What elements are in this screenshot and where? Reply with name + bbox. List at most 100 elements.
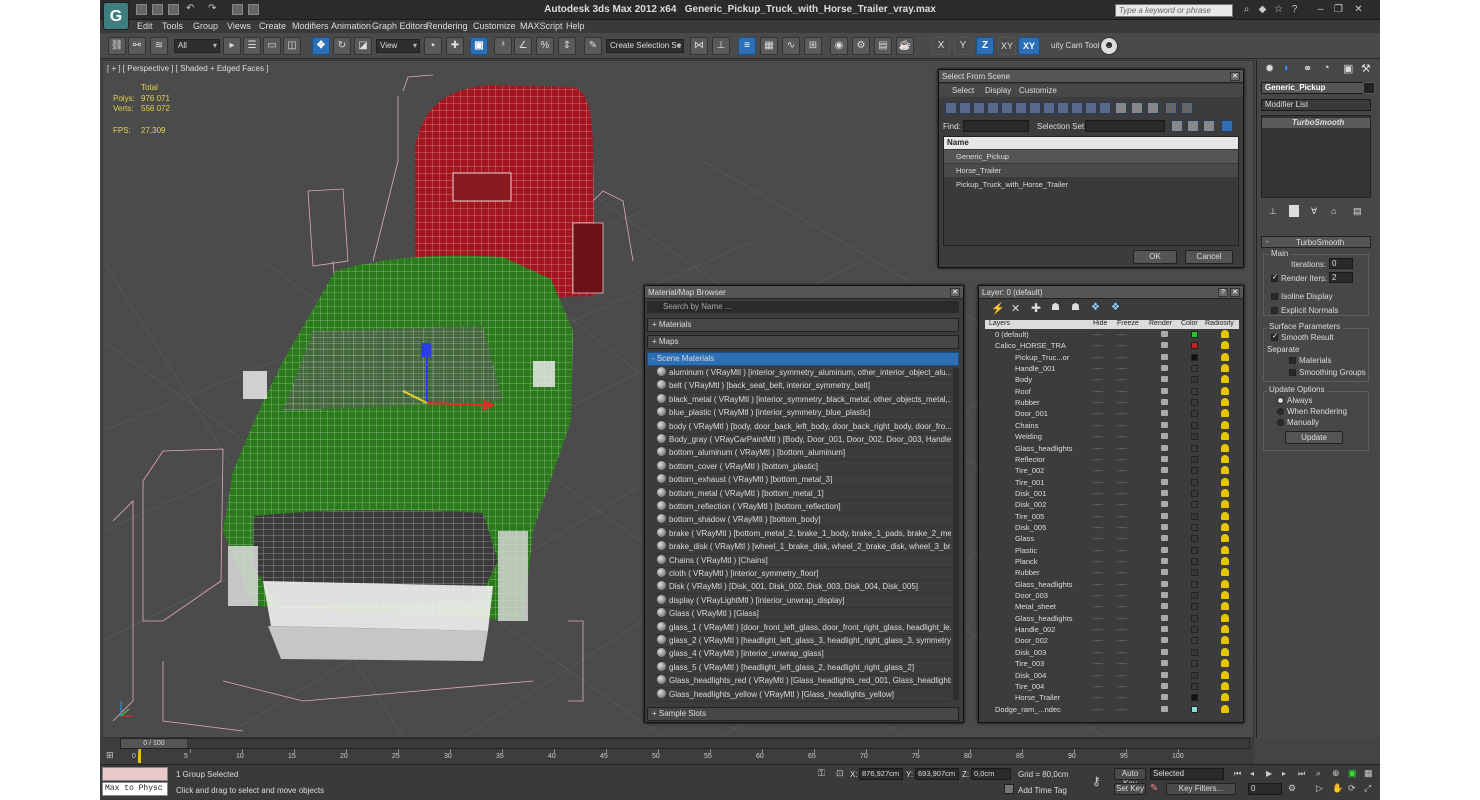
render-teapot-icon[interactable] (1161, 387, 1168, 394)
col-hide[interactable]: Hide (1093, 320, 1107, 327)
material-item[interactable]: body ( VRayMtl ) [body, door_back_left_b… (655, 420, 951, 434)
display-shapes-icon[interactable] (959, 102, 971, 114)
trackbar-icon[interactable]: ⊞ (106, 750, 114, 761)
close-icon[interactable]: ✕ (1230, 288, 1240, 297)
radiosity-bulb-icon[interactable] (1221, 364, 1229, 373)
freeze-toggle[interactable]: ---- (1117, 477, 1127, 488)
key-mode-dropdown[interactable]: Selected (1150, 768, 1224, 780)
zoom-all-icon[interactable]: ⊕ (1332, 768, 1340, 779)
menu-group[interactable]: Group (193, 21, 218, 31)
freeze-toggle[interactable]: ---- (1117, 408, 1127, 419)
radiosity-bulb-icon[interactable] (1221, 341, 1229, 350)
hide-toggle[interactable]: ---- (1093, 647, 1103, 658)
radiosity-bulb-icon[interactable] (1221, 352, 1229, 361)
render-teapot-icon[interactable] (1161, 694, 1168, 701)
hide-toggle[interactable]: ---- (1093, 511, 1103, 522)
render-setup-icon[interactable]: ⚙ (852, 37, 870, 55)
set-key-icon[interactable]: ✎ (1150, 783, 1158, 794)
radiosity-bulb-icon[interactable] (1221, 681, 1229, 690)
menu-views[interactable]: Views (227, 21, 251, 31)
zoom-extents-all-icon[interactable]: ▦ (1364, 768, 1373, 779)
hide-toggle[interactable]: ---- (1093, 590, 1103, 601)
go-to-start-icon[interactable]: ⏮ (1234, 769, 1241, 779)
axis-z-button[interactable]: Z (976, 37, 994, 55)
utilities-tab-icon[interactable]: ⚒ (1361, 62, 1371, 75)
layer-row[interactable]: Disk_001 ---- ---- (985, 488, 1233, 499)
material-item[interactable]: aluminum ( VRayMtl ) [interior_symmetry_… (655, 367, 951, 380)
select-and-scale-icon[interactable]: ◪ (354, 37, 372, 55)
material-item[interactable]: Chains ( VRayMtl ) [Chains] (655, 554, 951, 568)
application-menu-button[interactable]: G (103, 2, 129, 30)
hide-toggle[interactable]: ---- (1093, 420, 1103, 431)
render-teapot-icon[interactable] (1161, 331, 1168, 337)
current-frame-field[interactable]: 0 (1248, 783, 1282, 795)
spinner-snap-icon[interactable]: ⇕ (558, 37, 576, 55)
layer-color-swatch[interactable] (1191, 410, 1198, 418)
display-none-icon[interactable] (1131, 102, 1143, 114)
update-always-radio[interactable] (1277, 397, 1284, 404)
radiosity-bulb-icon[interactable] (1221, 557, 1229, 565)
layer-row[interactable]: Disk_002 ---- ---- (985, 499, 1233, 510)
display-containers-icon[interactable] (1071, 102, 1083, 114)
isolate-selection-icon[interactable]: ⚿ (818, 768, 825, 779)
percent-snap-icon[interactable]: % (536, 37, 554, 55)
render-iters-checkbox[interactable] (1271, 273, 1278, 282)
material-item[interactable]: display ( VRayLightMtl ) [interior_unwra… (655, 594, 951, 608)
layer-color-swatch[interactable] (1191, 603, 1198, 611)
render-iters-spinner[interactable]: 2 (1329, 272, 1353, 283)
keyboard-shortcut-override-icon[interactable]: ▣ (470, 37, 488, 55)
freeze-toggle[interactable]: ---- (1117, 670, 1127, 681)
key-filters-button[interactable]: Key Filters... (1166, 783, 1236, 795)
minimize-icon[interactable]: – (1314, 3, 1327, 16)
time-tag-icon[interactable] (1004, 784, 1014, 794)
menu-maxscript[interactable]: MAXScript (520, 21, 563, 31)
create-layer-icon[interactable]: ⚡ (991, 302, 1005, 315)
layer-color-swatch[interactable] (1191, 489, 1198, 497)
time-slider[interactable]: 0 / 100 (121, 739, 187, 748)
separate-smoothing-groups-checkbox[interactable] (1289, 369, 1296, 376)
freeze-toggle[interactable]: ---- (1117, 613, 1127, 624)
layer-row[interactable]: Chains ---- ---- (985, 420, 1233, 431)
isoline-display-checkbox[interactable] (1271, 293, 1278, 300)
hide-toggle[interactable]: ---- (1093, 374, 1103, 385)
display-spacewarps-icon[interactable] (1015, 102, 1027, 114)
modify-tab-icon[interactable]: ◗ (1283, 62, 1290, 74)
radiosity-bulb-icon[interactable] (1221, 613, 1229, 622)
layer-row[interactable]: Horse_Trailer ---- ---- (985, 692, 1233, 703)
layer-row[interactable]: Tire_004 ---- ---- (985, 681, 1233, 692)
layer-color-swatch[interactable] (1191, 694, 1198, 702)
layer-color-swatch[interactable] (1191, 671, 1198, 679)
object-color-swatch[interactable] (1363, 82, 1375, 94)
layer-color-swatch[interactable] (1191, 387, 1198, 395)
select-all-icon[interactable] (1171, 120, 1183, 132)
layer-color-swatch[interactable] (1191, 342, 1198, 350)
material-item[interactable]: belt ( VRayMtl ) [back_seat_belt, interi… (655, 380, 951, 394)
hide-toggle[interactable]: ---- (1093, 624, 1103, 635)
align-icon[interactable]: ⊥ (712, 37, 730, 55)
freeze-toggle[interactable]: ---- (1117, 567, 1127, 578)
freeze-all-icon[interactable]: ❖ (1111, 302, 1120, 313)
menu-rendering[interactable]: Rendering (426, 21, 468, 31)
axis-xy-button[interactable]: XY (1018, 37, 1040, 55)
hide-toggle[interactable]: ---- (1093, 635, 1103, 646)
menu-animation[interactable]: Animation (331, 21, 371, 31)
hide-toggle[interactable]: ---- (1093, 340, 1103, 351)
snaps-toggle-icon[interactable]: ᵌ (494, 37, 512, 55)
radiosity-bulb-icon[interactable] (1221, 488, 1229, 497)
material-item[interactable]: bottom_cover ( VRayMtl ) [bottom_plastic… (655, 460, 951, 474)
layer-row[interactable]: Tire_002 ---- ---- (985, 465, 1233, 476)
sfs-menu-select[interactable]: Select (952, 86, 974, 95)
hide-toggle[interactable]: ---- (1093, 329, 1103, 340)
render-teapot-icon[interactable] (1161, 489, 1168, 496)
layer-row[interactable]: Door_001 ---- ---- (985, 408, 1233, 419)
layer-color-swatch[interactable] (1191, 501, 1198, 509)
layer-color-swatch[interactable] (1191, 421, 1198, 429)
material-item[interactable]: bottom_metal ( VRayMtl ) [bottom_metal_1… (655, 487, 951, 501)
layer-row[interactable]: Welding ---- ---- (985, 431, 1233, 442)
material-item[interactable]: bottom_reflection ( VRayMtl ) [bottom_re… (655, 501, 951, 514)
hide-toggle[interactable]: ---- (1093, 579, 1103, 590)
rollout-sample-slots[interactable]: + Sample Slots (647, 707, 959, 721)
next-frame-icon[interactable]: ▸ (1282, 769, 1286, 778)
graphite-tools-icon[interactable]: ▦ (760, 37, 778, 55)
rect-selection-icon[interactable]: ▭ (263, 37, 281, 55)
